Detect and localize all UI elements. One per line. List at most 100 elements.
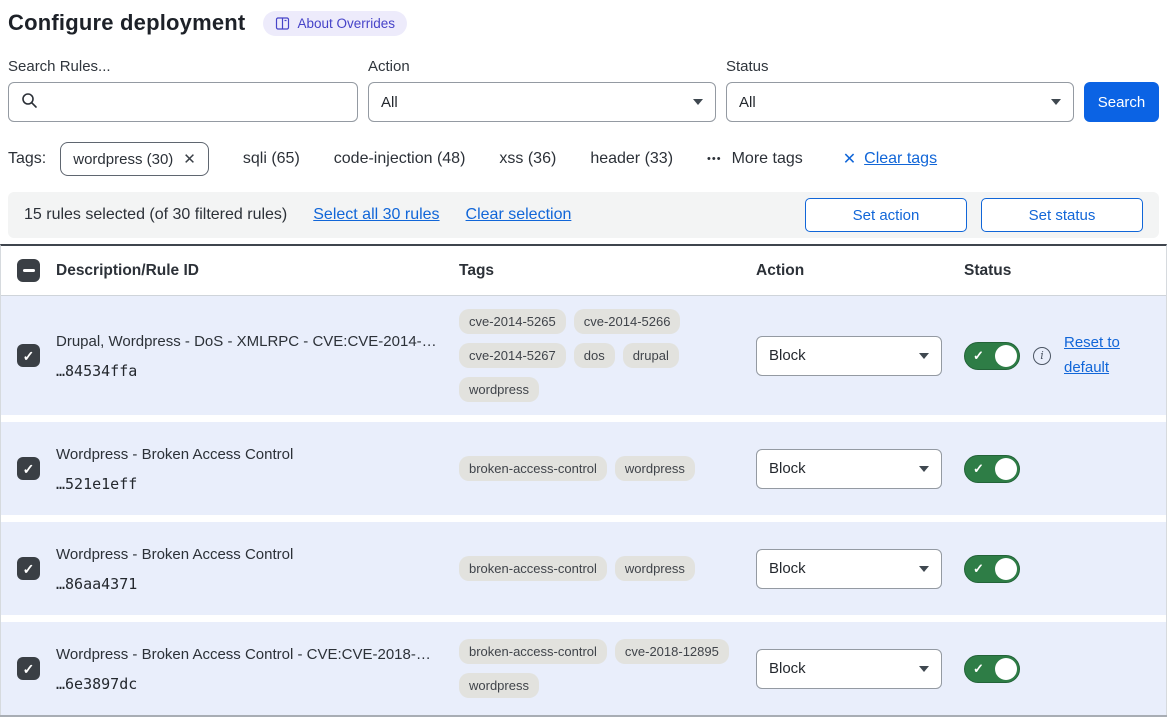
clear-selection-link[interactable]: Clear selection [466, 206, 572, 224]
selection-summary: 15 rules selected (of 30 filtered rules) [24, 206, 287, 224]
remove-tag-icon[interactable]: ✕ [183, 150, 196, 168]
set-action-button[interactable]: Set action [805, 198, 967, 232]
row-description-cell: Drupal, Wordpress - DoS - XMLRPC - CVE:C… [56, 331, 459, 380]
action-select-value: Block [769, 460, 806, 477]
status-filter-select[interactable]: All [726, 82, 1074, 122]
chevron-down-icon [693, 99, 703, 105]
chevron-down-icon [919, 466, 929, 472]
row-description: Wordpress - Broken Access Control [56, 544, 441, 565]
row-description: Drupal, Wordpress - DoS - XMLRPC - CVE:C… [56, 331, 441, 352]
info-icon[interactable]: i [1033, 347, 1051, 365]
row-tags: broken-access-controlwordpress [459, 556, 756, 581]
page-top: Configure deployment About Overrides Sea… [0, 0, 1167, 238]
select-all-link[interactable]: Select all 30 rules [313, 206, 439, 224]
tag-option-xss[interactable]: xss (36) [499, 150, 556, 168]
check-icon: ✓ [23, 562, 35, 576]
row-status-cell: ✓ i Reset to default [964, 331, 1166, 381]
tag-pill: cve-2014-5265 [459, 309, 566, 334]
row-checkbox[interactable]: ✓ [17, 557, 40, 580]
column-tags: Tags [459, 262, 756, 280]
row-rule-id: …86aa4371 [56, 575, 441, 593]
toggle-check-icon: ✓ [973, 461, 984, 477]
more-tags-label: More tags [732, 150, 803, 168]
select-all-checkbox[interactable] [17, 259, 40, 282]
action-select[interactable]: Block [756, 649, 942, 689]
action-select[interactable]: Block [756, 449, 942, 489]
tags-bar: Tags: wordpress (30) ✕ sqli (65) code-in… [8, 142, 1159, 176]
table-row: ✓ Wordpress - Broken Access Control …86a… [1, 522, 1166, 615]
more-tags-button[interactable]: ••• More tags [707, 150, 803, 168]
chevron-down-icon [919, 566, 929, 572]
tag-pill: wordpress [615, 456, 695, 481]
clear-icon: ✕ [843, 149, 856, 169]
action-select-value: Block [769, 347, 806, 364]
about-overrides-label: About Overrides [297, 16, 395, 31]
search-button[interactable]: Search [1084, 82, 1159, 122]
clear-tags-link[interactable]: ✕ Clear tags [843, 149, 937, 169]
selection-links: Select all 30 rules Clear selection [313, 206, 571, 224]
row-tags: cve-2014-5265cve-2014-5266cve-2014-5267d… [459, 309, 756, 402]
row-status-cell: ✓ [964, 455, 1166, 483]
tag-pill: dos [574, 343, 615, 368]
status-toggle[interactable]: ✓ [964, 555, 1020, 583]
row-action-cell: Block [756, 649, 964, 689]
row-action-cell: Block [756, 449, 964, 489]
tag-option-sqli[interactable]: sqli (65) [243, 150, 300, 168]
tag-pill: broken-access-control [459, 456, 607, 481]
filters-bar: Search Rules... Action All Status All Se… [8, 58, 1159, 122]
row-checkbox[interactable]: ✓ [17, 657, 40, 680]
row-action-cell: Block [756, 336, 964, 376]
toggle-knob [995, 658, 1017, 680]
tag-chip-label: wordpress (30) [73, 151, 173, 168]
check-icon: ✓ [23, 662, 35, 676]
row-description-cell: Wordpress - Broken Access Control …86aa4… [56, 544, 459, 593]
action-select[interactable]: Block [756, 549, 942, 589]
table-header-row: Description/Rule ID Tags Action Status [1, 246, 1166, 296]
column-description: Description/Rule ID [56, 262, 459, 280]
row-checkbox-cell: ✓ [1, 344, 56, 367]
status-filter-value: All [739, 94, 756, 111]
row-rule-id: …6e3897dc [56, 675, 441, 693]
header-checkbox-cell [1, 259, 56, 282]
row-checkbox[interactable]: ✓ [17, 457, 40, 480]
table-row: ✓ Wordpress - Broken Access Control …521… [1, 422, 1166, 515]
status-toggle[interactable]: ✓ [964, 342, 1020, 370]
tag-pill: wordpress [459, 377, 539, 402]
indeterminate-icon [23, 269, 35, 272]
action-filter-field: Action All [368, 58, 716, 122]
row-description: Wordpress - Broken Access Control [56, 444, 441, 465]
search-field: Search Rules... [8, 58, 358, 122]
tag-option-code-injection[interactable]: code-injection (48) [334, 150, 466, 168]
row-description: Wordpress - Broken Access Control - CVE:… [56, 644, 441, 665]
reset-default-link[interactable]: Reset to default [1064, 331, 1128, 381]
check-icon: ✓ [23, 349, 35, 363]
action-select[interactable]: Block [756, 336, 942, 376]
about-overrides-badge[interactable]: About Overrides [263, 11, 407, 36]
row-checkbox-cell: ✓ [1, 457, 56, 480]
status-toggle[interactable]: ✓ [964, 455, 1020, 483]
column-action: Action [756, 262, 964, 280]
book-icon [275, 17, 290, 30]
row-rule-id: …521e1eff [56, 475, 441, 493]
row-status-cell: ✓ [964, 555, 1166, 583]
tag-option-header[interactable]: header (33) [590, 150, 673, 168]
action-select-value: Block [769, 560, 806, 577]
status-toggle[interactable]: ✓ [964, 655, 1020, 683]
set-status-button[interactable]: Set status [981, 198, 1143, 232]
check-icon: ✓ [23, 462, 35, 476]
row-tags: broken-access-control wordpress [459, 456, 756, 481]
tag-pill: cve-2014-5267 [459, 343, 566, 368]
tags-label: Tags: [8, 150, 46, 168]
row-checkbox[interactable]: ✓ [17, 344, 40, 367]
rules-table: Description/Rule ID Tags Action Status ✓… [0, 244, 1167, 715]
toggle-knob [995, 345, 1017, 367]
action-filter-select[interactable]: All [368, 82, 716, 122]
ellipsis-icon: ••• [707, 153, 722, 165]
status-filter-label: Status [726, 58, 1074, 75]
tag-pill: wordpress [459, 673, 539, 698]
search-rules-label: Search Rules... [8, 58, 358, 75]
tag-chip-wordpress[interactable]: wordpress (30) ✕ [60, 142, 209, 176]
action-filter-value: All [381, 94, 398, 111]
row-rule-id: …84534ffa [56, 362, 441, 380]
search-input[interactable] [8, 82, 358, 122]
